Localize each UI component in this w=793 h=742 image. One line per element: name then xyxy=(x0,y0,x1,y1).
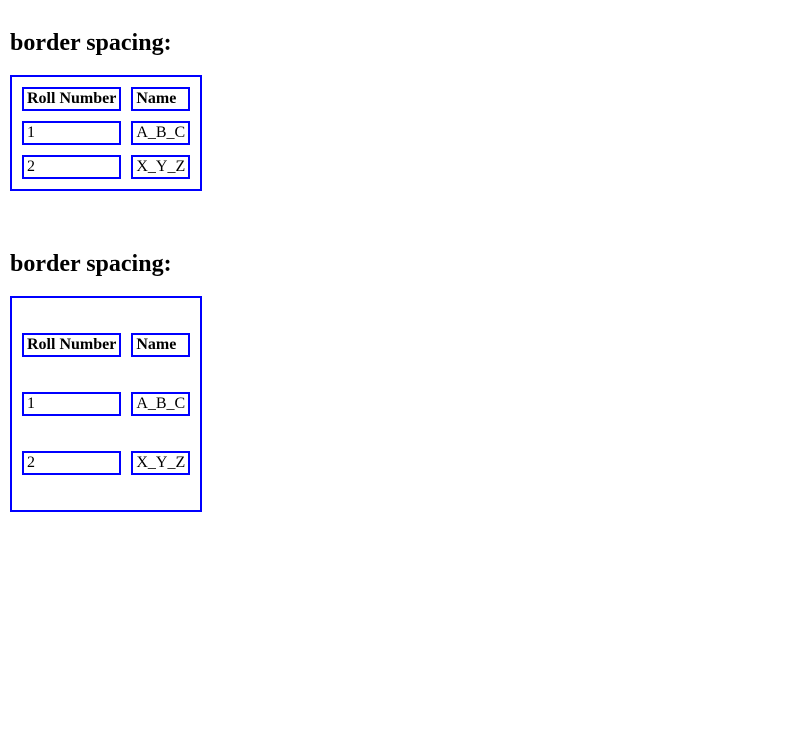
table-cell: 2 xyxy=(22,451,121,475)
table-row: 1 A_B_C xyxy=(22,121,190,145)
table-cell: X_Y_Z xyxy=(131,451,190,475)
section2-heading: border spacing: xyxy=(10,251,783,278)
table-row: Roll Number Name xyxy=(22,87,190,111)
table-row: 2 X_Y_Z xyxy=(22,451,190,475)
table-two: Roll Number Name 1 A_B_C 2 X_Y_Z xyxy=(10,296,202,512)
section-gap xyxy=(10,191,783,231)
table-cell: A_B_C xyxy=(131,392,190,416)
table-cell: A_B_C xyxy=(131,121,190,145)
table-cell: 2 xyxy=(22,155,121,179)
table-header-name: Name xyxy=(131,333,190,357)
table-row: 2 X_Y_Z xyxy=(22,155,190,179)
table-header-roll: Roll Number xyxy=(22,87,121,111)
table-row: 1 A_B_C xyxy=(22,392,190,416)
table-header-roll: Roll Number xyxy=(22,333,121,357)
table-row: Roll Number Name xyxy=(22,333,190,357)
table-one: Roll Number Name 1 A_B_C 2 X_Y_Z xyxy=(10,75,202,191)
section1-heading: border spacing: xyxy=(10,30,783,57)
table-cell: 1 xyxy=(22,121,121,145)
table-cell: 1 xyxy=(22,392,121,416)
table-cell: X_Y_Z xyxy=(131,155,190,179)
table-header-name: Name xyxy=(131,87,190,111)
